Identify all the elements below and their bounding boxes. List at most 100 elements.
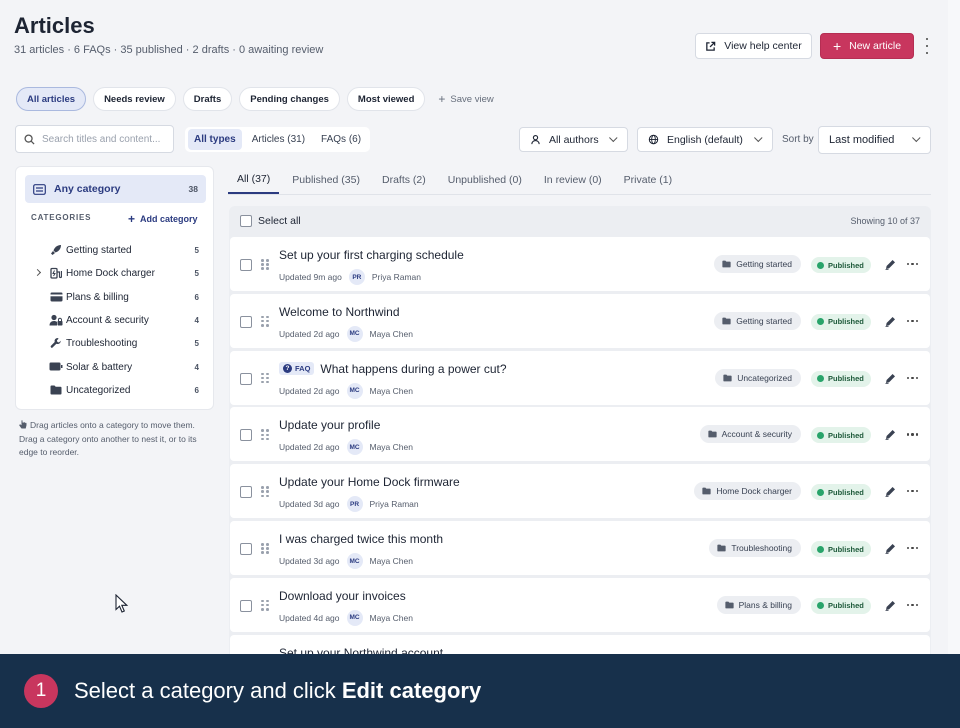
view-drafts[interactable]: Drafts [182, 87, 233, 111]
article-title[interactable]: Update your Home Dock firmware [279, 475, 460, 489]
new-article-button[interactable]: + New article [820, 33, 914, 59]
more-options-icon[interactable] [922, 38, 932, 54]
view-help-center-button[interactable]: View help center [695, 33, 812, 59]
category-chip[interactable]: Troubleshooting [709, 539, 801, 557]
article-row[interactable]: I was charged twice this month Updated 3d… [230, 521, 930, 575]
category-sidebar: Any category 38 CATEGORIES + Add categor… [15, 166, 214, 410]
category-chip[interactable]: Plans & billing [716, 595, 801, 614]
row-checkbox[interactable] [240, 486, 252, 499]
drag-handle-icon[interactable] [261, 315, 269, 327]
row-checkbox[interactable] [240, 259, 252, 271]
category-item-home-dock-charger[interactable]: Home Dock charger 5 [31, 262, 199, 285]
category-chip[interactable]: Home Dock charger [694, 482, 801, 501]
step-instruction: Select a category and click Edit categor… [74, 678, 481, 704]
article-title-wrap[interactable]: Update your Home Dock firmware [279, 475, 460, 489]
category-item-account-security[interactable]: Account & security 4 [31, 309, 199, 332]
article-title[interactable]: Download your invoices [279, 589, 406, 603]
row-checkbox[interactable] [240, 372, 252, 385]
more-icon[interactable] [907, 433, 918, 436]
drag-handle-icon[interactable] [261, 429, 269, 441]
article-row[interactable]: ? FAQ What happens during a power cut? Upda… [230, 350, 930, 405]
avatar: MC [346, 439, 363, 456]
drag-handle-icon[interactable] [261, 599, 269, 611]
pencil-icon[interactable] [884, 371, 896, 385]
category-chip[interactable]: Uncategorized [715, 368, 801, 387]
category-chip[interactable]: Account & security [699, 425, 801, 444]
tab-drafts[interactable]: Drafts (2) [373, 165, 435, 194]
more-icon[interactable] [907, 263, 918, 266]
pencil-icon[interactable] [884, 598, 896, 612]
row-checkbox[interactable] [240, 599, 252, 612]
sort-dropdown[interactable]: Last modified [818, 126, 931, 154]
row-checkbox[interactable] [240, 429, 252, 442]
tab-unpublished[interactable]: Unpublished (0) [439, 165, 531, 194]
type-all[interactable]: All types [188, 129, 242, 150]
article-meta: Updated 4d ago MC Maya Chen [279, 609, 413, 626]
status-badge: Published [811, 370, 871, 387]
tab-private[interactable]: Private (1) [615, 165, 681, 194]
status-badge: Published [811, 597, 871, 614]
article-title[interactable]: Update your profile [279, 418, 380, 432]
view-needs-review[interactable]: Needs review [93, 87, 176, 111]
more-icon[interactable] [907, 376, 918, 379]
article-row[interactable]: Download your invoices Updated 4d ago MC Ma… [230, 577, 930, 632]
drag-handle-icon[interactable] [261, 259, 269, 270]
pencil-icon[interactable] [884, 541, 896, 555]
article-title[interactable]: Set up your first charging schedule [279, 248, 464, 262]
pencil-icon[interactable] [884, 484, 896, 498]
article-row[interactable]: Update your Home Dock firmware Updated 3d… [230, 464, 930, 519]
language-dropdown[interactable]: English (default) [637, 127, 773, 152]
article-title[interactable]: Welcome to Northwind [279, 305, 400, 319]
scrollbar[interactable] [948, 0, 960, 728]
article-row[interactable]: Set up your first charging schedule Updat… [230, 237, 930, 291]
category-item-getting-started[interactable]: Getting started 5 [31, 239, 199, 262]
view-most-viewed[interactable]: Most viewed [346, 87, 426, 111]
category-chip[interactable]: Getting started [714, 311, 801, 330]
view-pending-changes[interactable]: Pending changes [239, 87, 340, 111]
type-articles[interactable]: Articles (31) [246, 129, 311, 150]
article-title-wrap[interactable]: ? FAQ What happens during a power cut? [279, 362, 507, 376]
save-view-button[interactable]: + Save view [432, 87, 499, 111]
folder-icon [702, 487, 712, 495]
type-faqs[interactable]: FAQs (6) [315, 129, 367, 150]
category-item-uncategorized[interactable]: Uncategorized 6 [31, 379, 199, 402]
more-icon[interactable] [907, 319, 918, 323]
search-input[interactable] [42, 133, 172, 145]
drag-handle-icon[interactable] [261, 543, 269, 554]
tab-published[interactable]: Published (35) [283, 165, 369, 194]
any-category-item[interactable]: Any category 38 [25, 175, 206, 203]
article-title[interactable]: I was charged twice this month [279, 532, 443, 546]
article-title[interactable]: What happens during a power cut? [320, 362, 506, 376]
view-all-articles[interactable]: All articles [16, 87, 87, 111]
article-title-wrap[interactable]: Set up your first charging schedule [279, 248, 464, 262]
pencil-icon[interactable] [884, 314, 896, 328]
pencil-icon[interactable] [884, 257, 896, 271]
article-title-wrap[interactable]: I was charged twice this month [279, 532, 443, 546]
row-checkbox[interactable] [240, 315, 252, 328]
chevron-right-icon[interactable] [33, 269, 42, 277]
pencil-icon[interactable] [884, 427, 896, 441]
drag-handle-icon[interactable] [261, 486, 269, 498]
category-chip[interactable]: Getting started [714, 255, 801, 273]
drag-hint: Drag articles onto a category to move th… [19, 419, 215, 460]
more-icon[interactable] [907, 603, 918, 607]
article-title-wrap[interactable]: Welcome to Northwind [279, 305, 400, 319]
tab-in-review[interactable]: In review (0) [535, 165, 611, 194]
category-chip-label: Plans & billing [738, 599, 792, 610]
article-title-wrap[interactable]: Update your profile [279, 418, 380, 432]
authors-dropdown[interactable]: All authors [519, 127, 628, 152]
add-category-button[interactable]: + Add category [128, 212, 198, 226]
more-icon[interactable] [907, 490, 918, 493]
article-row[interactable]: Welcome to Northwind Updated 2d ago MC Maya… [230, 293, 930, 348]
tab-all[interactable]: All (37) [228, 165, 280, 194]
category-label: Uncategorized [66, 384, 131, 396]
category-item-solar-battery[interactable]: Solar & battery 4 [31, 355, 199, 378]
more-icon[interactable] [907, 547, 918, 550]
article-row[interactable]: Update your profile Updated 2d ago MC Maya … [230, 407, 930, 462]
article-title-wrap[interactable]: Download your invoices [279, 589, 406, 603]
category-item-troubleshooting[interactable]: Troubleshooting 5 [31, 332, 199, 355]
select-all-checkbox[interactable] [240, 215, 252, 227]
drag-handle-icon[interactable] [261, 372, 269, 384]
row-checkbox[interactable] [240, 543, 252, 555]
category-item-plans-billing[interactable]: Plans & billing 6 [31, 286, 199, 309]
